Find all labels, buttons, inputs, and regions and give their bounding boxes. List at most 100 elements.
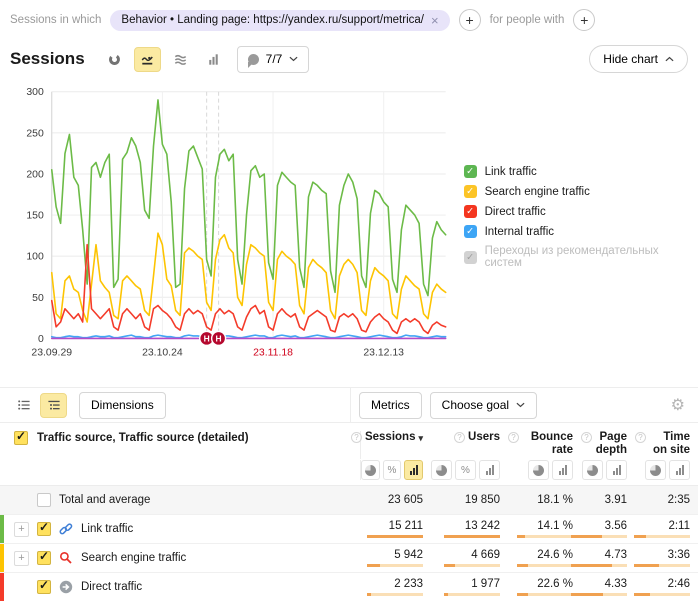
pie-toggle-icon[interactable] [582,460,603,480]
add-session-filter-button[interactable]: + [459,9,481,31]
metrics-button[interactable]: Metrics [359,392,422,419]
legend-item[interactable]: ✓Search engine traffic [464,185,698,198]
add-people-filter-button[interactable]: + [573,9,595,31]
row-checkbox[interactable] [37,493,51,507]
value-proportion-bar [367,593,423,596]
filter-chip-landing-page[interactable]: Behavior • Landing page: https://yandex.… [110,10,449,31]
x-axis-label: 23.10.24 [142,347,183,358]
metric-value-cell: 24.6 % [508,544,581,572]
legend-label: Link traffic [485,166,537,178]
row-checkbox[interactable] [37,551,51,565]
legend-item[interactable]: ✓ Link traffic [464,165,698,178]
column-header-sessions[interactable]: ?Sessions▾ [360,431,431,459]
bars-toggle-icon[interactable] [669,460,690,480]
row-label[interactable]: Link traffic [81,523,133,535]
bars-toggle-icon[interactable] [404,460,423,480]
chart-type-columns-button[interactable] [200,47,227,72]
row-label[interactable]: Search engine traffic [81,552,186,564]
legend-label: Переходы из рекомендательных систем [485,245,698,269]
choose-goal-label: Choose goal [442,398,509,412]
chart-area: 05010015020025030023.09.2923.10.2423.11.… [0,73,698,373]
table-settings-gear-icon[interactable]: ⚙ [665,394,698,416]
value-proportion-bar [634,535,690,538]
hide-chart-button[interactable]: Hide chart [589,45,688,73]
pie-toggle-icon[interactable] [645,460,666,480]
metric-value: 15 211 [389,520,423,532]
pie-toggle-icon[interactable] [528,460,549,480]
choose-goal-dropdown[interactable]: Choose goal [430,392,537,419]
legend-checkbox[interactable]: ✓ [464,205,477,218]
legend-checkbox[interactable]: ✓ [464,225,477,238]
metric-value: 14.1 % [537,520,573,532]
metric-toggle-row: %% [0,459,698,485]
chart-type-pie-button[interactable] [101,47,128,72]
y-axis-label: 100 [26,252,44,263]
tree-view-button[interactable] [40,393,67,418]
column-chart-icon [207,52,220,67]
value-proportion-bar [634,593,690,596]
dimensions-button[interactable]: Dimensions [79,392,166,419]
pie-toggle-icon[interactable] [431,460,452,480]
metric-value: 2:46 [668,578,690,590]
row-checkbox[interactable] [37,580,51,594]
row-label[interactable]: Direct traffic [81,581,142,593]
series-line [52,100,446,296]
metric-value-cell: 3.91 [581,486,635,514]
legend-checkbox[interactable]: ✓ [464,185,477,198]
percent-toggle-icon[interactable]: % [455,460,476,480]
column-header-time-on-site[interactable]: ?Time on site [635,431,698,459]
help-icon[interactable]: ? [508,432,519,443]
metric-value-cell: 23 605 [360,486,431,514]
metric-toggles-bounce-rate [508,460,581,480]
select-all-checkbox[interactable] [14,431,28,445]
list-view-button[interactable] [10,393,37,418]
row-checkbox[interactable] [37,522,51,536]
chart-type-line-button[interactable] [134,47,161,72]
bars-toggle-icon[interactable] [606,460,627,480]
metric-value-cell: 1 977 [431,573,508,601]
legend-item[interactable]: ✓Direct traffic [464,205,698,218]
pie-toggle-icon[interactable] [361,460,380,480]
metric-value: 4 669 [471,549,500,561]
value-proportion-bar [444,535,500,538]
x-axis-label: 23.11.18 [253,347,293,358]
column-header-bounce-rate[interactable]: ?Bounce rate [508,431,581,459]
percent-toggle-icon[interactable]: % [383,460,402,480]
expand-row-button[interactable]: + [14,522,29,537]
segments-dropdown[interactable]: 7/7 [237,46,310,73]
help-icon[interactable]: ? [581,432,592,443]
value-proportion-bar [517,564,573,567]
help-icon[interactable]: ? [635,432,646,443]
help-icon[interactable]: ? [454,432,465,443]
chip-close-icon[interactable]: × [431,14,439,27]
chart-type-group [101,47,227,72]
y-axis-label: 50 [32,293,44,304]
column-header-page-depth[interactable]: ?Page depth [581,431,635,459]
filter-bar: Sessions in which Behavior • Landing pag… [0,0,698,37]
column-label: Page depth [595,431,627,457]
metric-value-cell: 22.6 % [508,573,581,601]
chevron-down-icon [289,56,298,62]
bars-toggle-icon[interactable] [552,460,573,480]
legend-item[interactable]: ✓ Переходы из рекомендательных систем [464,245,698,269]
value-proportion-bar [517,593,573,596]
metric-toggles-page-depth [581,460,635,480]
column-header-users[interactable]: ?Users [431,431,508,459]
value-proportion-bar [367,535,423,538]
row-name-cell: Direct traffic [0,573,360,601]
metric-value: 2 233 [394,578,423,590]
metric-value-cell: 4.73 [581,544,635,572]
bars-toggle-icon[interactable] [479,460,500,480]
column-label: Sessions [365,431,416,444]
y-axis-label: 0 [38,334,44,345]
help-icon[interactable]: ? [351,432,362,443]
value-proportion-bar [571,593,627,596]
dimension-header-cell: Traffic source, Traffic source (detailed… [0,431,360,445]
page-title: Sessions [10,49,85,69]
expand-row-button[interactable]: + [14,551,29,566]
legend-checkbox[interactable]: ✓ [464,251,477,264]
metric-value-cell: 2:46 [635,573,698,601]
chart-type-stacked-button[interactable] [167,47,194,72]
legend-checkbox[interactable]: ✓ [464,165,477,178]
legend-item[interactable]: ✓Internal traffic [464,225,698,238]
